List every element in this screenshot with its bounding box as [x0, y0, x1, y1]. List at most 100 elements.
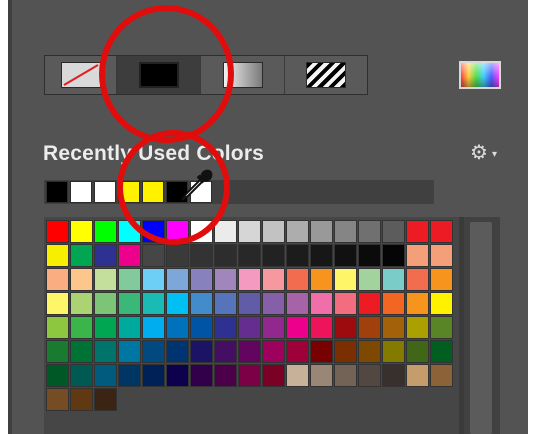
- color-swatch[interactable]: [214, 292, 237, 315]
- color-swatch[interactable]: [238, 244, 261, 267]
- color-swatch[interactable]: [118, 316, 141, 339]
- color-swatch[interactable]: [94, 340, 117, 363]
- color-swatch[interactable]: [286, 244, 309, 267]
- color-swatch[interactable]: [262, 340, 285, 363]
- color-swatch[interactable]: [142, 340, 165, 363]
- color-swatch[interactable]: [382, 244, 405, 267]
- color-swatch[interactable]: [46, 292, 69, 315]
- color-swatch[interactable]: [190, 268, 213, 291]
- color-swatch[interactable]: [358, 244, 381, 267]
- color-swatch[interactable]: [94, 268, 117, 291]
- color-swatch[interactable]: [166, 292, 189, 315]
- color-swatch[interactable]: [166, 244, 189, 267]
- color-swatch[interactable]: [46, 316, 69, 339]
- color-swatch[interactable]: [334, 364, 357, 387]
- color-swatch[interactable]: [142, 316, 165, 339]
- color-swatch[interactable]: [46, 340, 69, 363]
- color-swatch[interactable]: [358, 292, 381, 315]
- color-swatch[interactable]: [142, 364, 165, 387]
- color-swatch[interactable]: [190, 316, 213, 339]
- color-swatch[interactable]: [94, 220, 117, 243]
- color-swatch[interactable]: [358, 364, 381, 387]
- color-swatch[interactable]: [118, 292, 141, 315]
- color-swatch[interactable]: [70, 340, 93, 363]
- color-swatch[interactable]: [238, 220, 261, 243]
- chevron-down-icon[interactable]: ▾: [492, 149, 497, 160]
- pattern-button[interactable]: [285, 56, 367, 94]
- color-swatch[interactable]: [70, 244, 93, 267]
- color-swatch[interactable]: [262, 268, 285, 291]
- color-swatch[interactable]: [286, 364, 309, 387]
- color-swatch[interactable]: [94, 364, 117, 387]
- color-swatch[interactable]: [190, 292, 213, 315]
- color-swatch[interactable]: [238, 268, 261, 291]
- color-swatch[interactable]: [46, 244, 69, 267]
- color-swatch[interactable]: [310, 316, 333, 339]
- color-swatch[interactable]: [46, 268, 69, 291]
- scrollbar-thumb[interactable]: [470, 222, 492, 434]
- color-swatch[interactable]: [430, 244, 453, 267]
- color-swatch[interactable]: [382, 268, 405, 291]
- color-swatch[interactable]: [70, 220, 93, 243]
- color-swatch[interactable]: [334, 220, 357, 243]
- recent-color-swatch[interactable]: [94, 181, 116, 203]
- color-swatch[interactable]: [190, 244, 213, 267]
- color-swatch[interactable]: [190, 340, 213, 363]
- color-swatch[interactable]: [310, 244, 333, 267]
- gear-icon[interactable]: ⚙: [470, 140, 488, 165]
- color-swatch[interactable]: [358, 220, 381, 243]
- color-swatch[interactable]: [118, 244, 141, 267]
- color-swatch[interactable]: [310, 340, 333, 363]
- color-swatch[interactable]: [430, 268, 453, 291]
- color-swatch[interactable]: [70, 292, 93, 315]
- color-swatch[interactable]: [214, 364, 237, 387]
- color-swatch[interactable]: [70, 388, 93, 411]
- color-swatch[interactable]: [262, 316, 285, 339]
- color-swatch[interactable]: [430, 220, 453, 243]
- color-swatch[interactable]: [118, 268, 141, 291]
- color-swatch[interactable]: [142, 292, 165, 315]
- color-swatch[interactable]: [406, 364, 429, 387]
- color-swatch[interactable]: [166, 340, 189, 363]
- color-swatch[interactable]: [238, 364, 261, 387]
- color-swatch[interactable]: [334, 316, 357, 339]
- color-swatch[interactable]: [214, 244, 237, 267]
- color-picker-icon[interactable]: [459, 61, 501, 89]
- color-swatch[interactable]: [406, 340, 429, 363]
- color-swatch[interactable]: [358, 316, 381, 339]
- color-swatch[interactable]: [382, 316, 405, 339]
- color-swatch[interactable]: [382, 364, 405, 387]
- color-swatch[interactable]: [238, 340, 261, 363]
- color-swatch[interactable]: [358, 340, 381, 363]
- color-swatch[interactable]: [238, 316, 261, 339]
- color-swatch[interactable]: [430, 340, 453, 363]
- color-swatch[interactable]: [430, 364, 453, 387]
- recent-color-swatch[interactable]: [70, 181, 92, 203]
- color-swatch[interactable]: [94, 388, 117, 411]
- color-swatch[interactable]: [262, 364, 285, 387]
- color-swatch[interactable]: [166, 364, 189, 387]
- color-swatch[interactable]: [142, 268, 165, 291]
- color-swatch[interactable]: [70, 268, 93, 291]
- color-swatch[interactable]: [382, 220, 405, 243]
- color-swatch[interactable]: [430, 316, 453, 339]
- color-swatch[interactable]: [310, 292, 333, 315]
- color-swatch[interactable]: [118, 364, 141, 387]
- color-swatch[interactable]: [46, 388, 69, 411]
- color-swatch[interactable]: [406, 268, 429, 291]
- color-swatch[interactable]: [334, 244, 357, 267]
- color-swatch[interactable]: [262, 244, 285, 267]
- color-swatch[interactable]: [166, 316, 189, 339]
- color-swatch[interactable]: [358, 268, 381, 291]
- color-swatch[interactable]: [334, 292, 357, 315]
- color-swatch[interactable]: [286, 268, 309, 291]
- color-swatch[interactable]: [166, 268, 189, 291]
- color-swatch[interactable]: [334, 268, 357, 291]
- color-swatch[interactable]: [382, 340, 405, 363]
- color-swatch[interactable]: [406, 244, 429, 267]
- color-swatch[interactable]: [406, 220, 429, 243]
- color-swatch[interactable]: [94, 244, 117, 267]
- color-swatch[interactable]: [94, 292, 117, 315]
- color-swatch[interactable]: [70, 364, 93, 387]
- color-swatch[interactable]: [334, 340, 357, 363]
